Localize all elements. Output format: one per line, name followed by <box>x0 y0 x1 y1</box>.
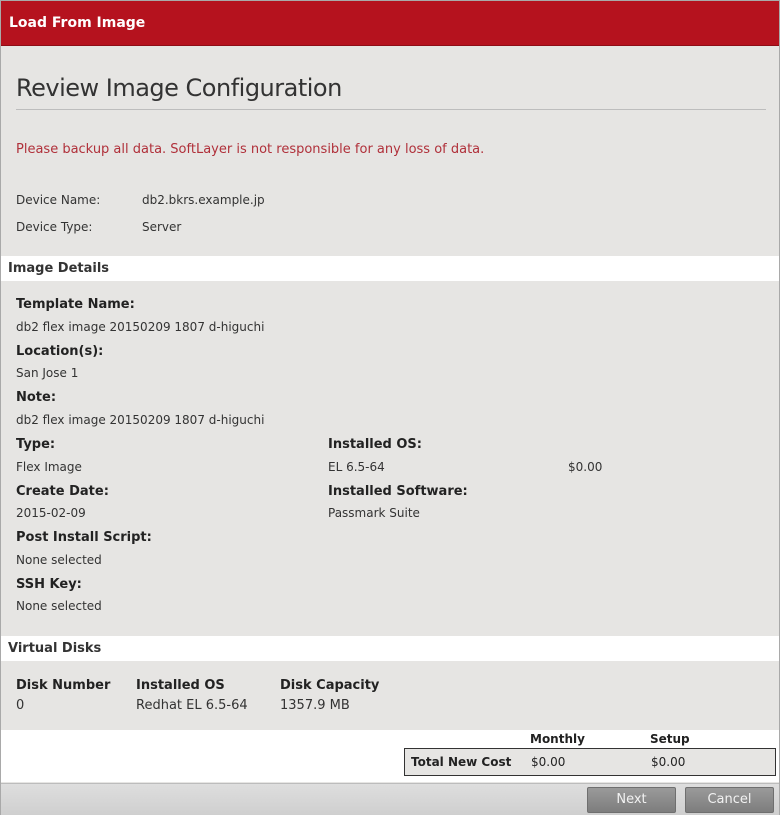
total-monthly-value: $0.00 <box>531 755 566 769</box>
template-name-value: db2 flex image 20150209 1807 d-higuchi <box>16 320 265 334</box>
device-type-label: Device Type: <box>16 220 93 234</box>
note-label: Note: <box>16 390 57 405</box>
monthly-header: Monthly <box>530 732 585 746</box>
next-button[interactable]: Next <box>587 787 676 813</box>
post-install-script-label: Post Install Script: <box>16 530 152 545</box>
locations-value: San Jose 1 <box>16 366 79 380</box>
device-name-value: db2.bkrs.example.jp <box>142 193 265 207</box>
total-cost-box: Total New Cost $0.00 $0.00 <box>404 748 776 776</box>
disk-number-cell: 0 <box>16 698 25 713</box>
col-disk-number: Disk Number <box>16 678 111 693</box>
template-name-label: Template Name: <box>16 297 135 312</box>
disk-os-cell: Redhat EL 6.5-64 <box>136 698 248 713</box>
ssh-key-value: None selected <box>16 599 102 613</box>
total-cost-label: Total New Cost <box>411 755 512 769</box>
total-setup-value: $0.00 <box>651 755 686 769</box>
installed-software-value: Passmark Suite <box>328 506 420 520</box>
create-date-label: Create Date: <box>16 484 109 499</box>
cancel-button[interactable]: Cancel <box>685 787 774 813</box>
image-details-header: Image Details <box>1 256 779 281</box>
col-installed-os: Installed OS <box>136 678 225 693</box>
type-label: Type: <box>16 437 56 452</box>
type-value: Flex Image <box>16 460 82 474</box>
load-from-image-dialog: Load From Image Review Image Configurati… <box>0 0 780 815</box>
backup-warning: Please backup all data. SoftLayer is not… <box>16 142 485 157</box>
locations-label: Location(s): <box>16 344 104 359</box>
disk-capacity-cell: 1357.9 MB <box>280 698 350 713</box>
dialog-title: Load From Image <box>1 1 779 46</box>
installed-os-value: EL 6.5-64 <box>328 460 385 474</box>
ssh-key-label: SSH Key: <box>16 577 82 592</box>
virtual-disks-header: Virtual Disks <box>1 636 779 661</box>
heading-divider <box>16 109 766 110</box>
post-install-script-value: None selected <box>16 553 102 567</box>
device-type-value: Server <box>142 220 182 234</box>
device-name-label: Device Name: <box>16 193 101 207</box>
installed-software-label: Installed Software: <box>328 484 468 499</box>
create-date-value: 2015-02-09 <box>16 506 86 520</box>
installed-os-price: $0.00 <box>568 460 603 474</box>
note-value: db2 flex image 20150209 1807 d-higuchi <box>16 413 265 427</box>
installed-os-label: Installed OS: <box>328 437 422 452</box>
col-disk-capacity: Disk Capacity <box>280 678 380 693</box>
setup-header: Setup <box>650 732 690 746</box>
page-title: Review Image Configuration <box>16 74 342 102</box>
